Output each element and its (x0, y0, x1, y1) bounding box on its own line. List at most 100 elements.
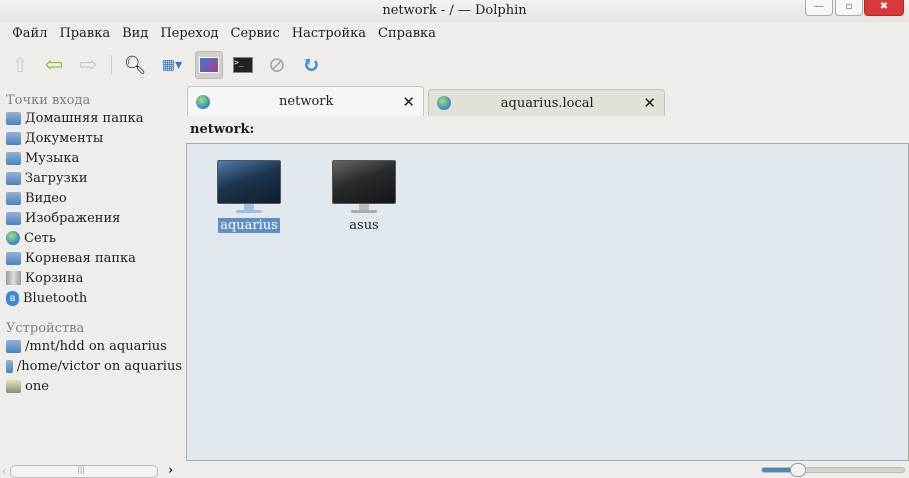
place-label: Корзина (25, 270, 84, 286)
place-downloads[interactable]: Загрузки (0, 168, 182, 188)
place-root[interactable]: Корневая папка (0, 248, 182, 268)
network-drive-icon (6, 339, 21, 353)
place-label: Загрузки (25, 170, 88, 186)
tab-aquarius-local[interactable]: aquarius.local ✕ (428, 89, 665, 116)
reload-icon: ↻ (301, 52, 321, 78)
trash-icon (6, 271, 21, 285)
place-label: Сеть (24, 230, 56, 246)
place-label: Домашняя папка (25, 110, 144, 126)
forward-button[interactable]: ⇨ (74, 51, 102, 79)
place-network[interactable]: Сеть (0, 228, 182, 248)
menu-file[interactable]: Файл (0, 23, 53, 45)
stop-button[interactable]: ⊘ (263, 51, 291, 79)
back-button[interactable]: ⇦ (40, 51, 68, 79)
drive-icon (6, 379, 21, 393)
network-drive-icon (6, 359, 13, 373)
place-videos[interactable]: Видео (0, 188, 182, 208)
menu-go[interactable]: Переход (154, 23, 224, 45)
computer-icon (217, 160, 281, 204)
icons-view-icon: ▦▾ (161, 57, 183, 73)
places-panel: Точки входа Домашняя папка Документы Муз… (0, 88, 182, 396)
close-button[interactable]: ✖ (864, 0, 904, 16)
arrow-up-icon: ⇧ (11, 53, 29, 77)
entry-aquarius[interactable]: aquarius (204, 160, 294, 233)
terminal-icon: >_ (233, 57, 253, 73)
place-label: Изображения (25, 210, 121, 226)
location-bar[interactable]: network: (190, 122, 254, 137)
tab-network[interactable]: network ✕ (187, 86, 424, 116)
videos-folder-icon (6, 191, 21, 205)
bluetooth-icon: ʙ (6, 290, 19, 306)
stop-icon: ⊘ (267, 52, 287, 78)
toolbar-separator (111, 55, 112, 75)
zoom-slider[interactable] (761, 463, 905, 477)
device-mnt-hdd[interactable]: /mnt/hdd on aquarius (0, 336, 182, 356)
menu-tools[interactable]: Сервис (225, 23, 286, 45)
places-heading: Точки входа (6, 93, 91, 108)
place-trash[interactable]: Корзина (0, 268, 182, 288)
window-title: network - / — Dolphin (382, 3, 527, 18)
entry-label: aquarius (218, 218, 280, 233)
device-label: one (25, 378, 49, 394)
entry-asus[interactable]: asus (319, 160, 409, 233)
globe-icon (196, 94, 210, 109)
menu-help[interactable]: Справка (372, 23, 442, 45)
scroll-right-icon[interactable]: › (168, 463, 173, 478)
music-folder-icon (6, 151, 21, 165)
device-label: /mnt/hdd on aquarius (25, 338, 167, 354)
up-button[interactable]: ⇧ (6, 51, 34, 79)
place-label: Корневая папка (25, 250, 136, 266)
monitor-base (236, 210, 262, 213)
toolbar: ⇧ ⇦ ⇨ 🔍︎ ▦▾ >_ ⊘ ↻ (6, 50, 325, 80)
sidebar-horizontal-scrollbar[interactable]: ||| (10, 465, 158, 478)
preview-icon (199, 57, 219, 73)
documents-folder-icon (6, 131, 21, 145)
minimize-button[interactable]: — (805, 0, 833, 16)
maximize-button[interactable]: ▫ (835, 0, 863, 16)
entry-label: asus (349, 218, 379, 233)
view-mode-button[interactable]: ▦▾ (155, 51, 189, 79)
place-label: Документы (25, 130, 104, 146)
zoom-slider-handle[interactable] (789, 463, 806, 477)
reload-button[interactable]: ↻ (297, 51, 325, 79)
preview-button[interactable] (195, 51, 223, 79)
pictures-folder-icon (6, 211, 21, 225)
place-home[interactable]: Домашняя папка (0, 108, 182, 128)
terminal-button[interactable]: >_ (229, 51, 257, 79)
close-tab-icon[interactable]: ✕ (402, 93, 415, 111)
root-folder-icon (6, 251, 21, 265)
computer-icon (332, 160, 396, 204)
place-pictures[interactable]: Изображения (0, 208, 182, 228)
device-home-victor[interactable]: /home/victor on aquarius (0, 356, 182, 376)
globe-icon (437, 96, 451, 110)
menu-edit[interactable]: Правка (53, 23, 116, 45)
devices-heading: Устройства (6, 321, 85, 336)
place-label: Музыка (25, 150, 80, 166)
tab-label: aquarius.local (500, 95, 594, 111)
arrow-left-icon: ⇦ (44, 52, 64, 78)
search-icon: 🔍︎ (123, 54, 147, 76)
place-music[interactable]: Музыка (0, 148, 182, 168)
place-label: Видео (25, 190, 67, 206)
scroll-grip-icon: ||| (77, 465, 86, 474)
device-label: /home/victor on aquarius (16, 358, 182, 374)
place-label: Bluetooth (23, 290, 88, 306)
menu-settings[interactable]: Настройка (286, 23, 372, 45)
downloads-folder-icon (6, 171, 21, 185)
place-documents[interactable]: Документы (0, 128, 182, 148)
scroll-left-icon[interactable]: ‹ (2, 465, 6, 478)
network-globe-icon (6, 231, 20, 245)
tab-bar: network ✕ aquarius.local ✕ (187, 86, 665, 116)
search-button[interactable]: 🔍︎ (121, 51, 149, 79)
arrow-right-icon: ⇨ (78, 52, 98, 78)
menu-bar: Файл Правка Вид Переход Сервис Настройка… (0, 23, 442, 45)
tab-label: network (279, 94, 334, 109)
file-view[interactable]: aquarius asus (186, 143, 909, 461)
menu-view[interactable]: Вид (116, 23, 154, 45)
close-tab-icon[interactable]: ✕ (643, 94, 656, 112)
title-bar: network - / — Dolphin (0, 0, 909, 22)
place-bluetooth[interactable]: ʙ Bluetooth (0, 288, 182, 308)
home-folder-icon (6, 111, 21, 125)
device-one[interactable]: one (0, 376, 182, 396)
monitor-base (351, 210, 377, 213)
